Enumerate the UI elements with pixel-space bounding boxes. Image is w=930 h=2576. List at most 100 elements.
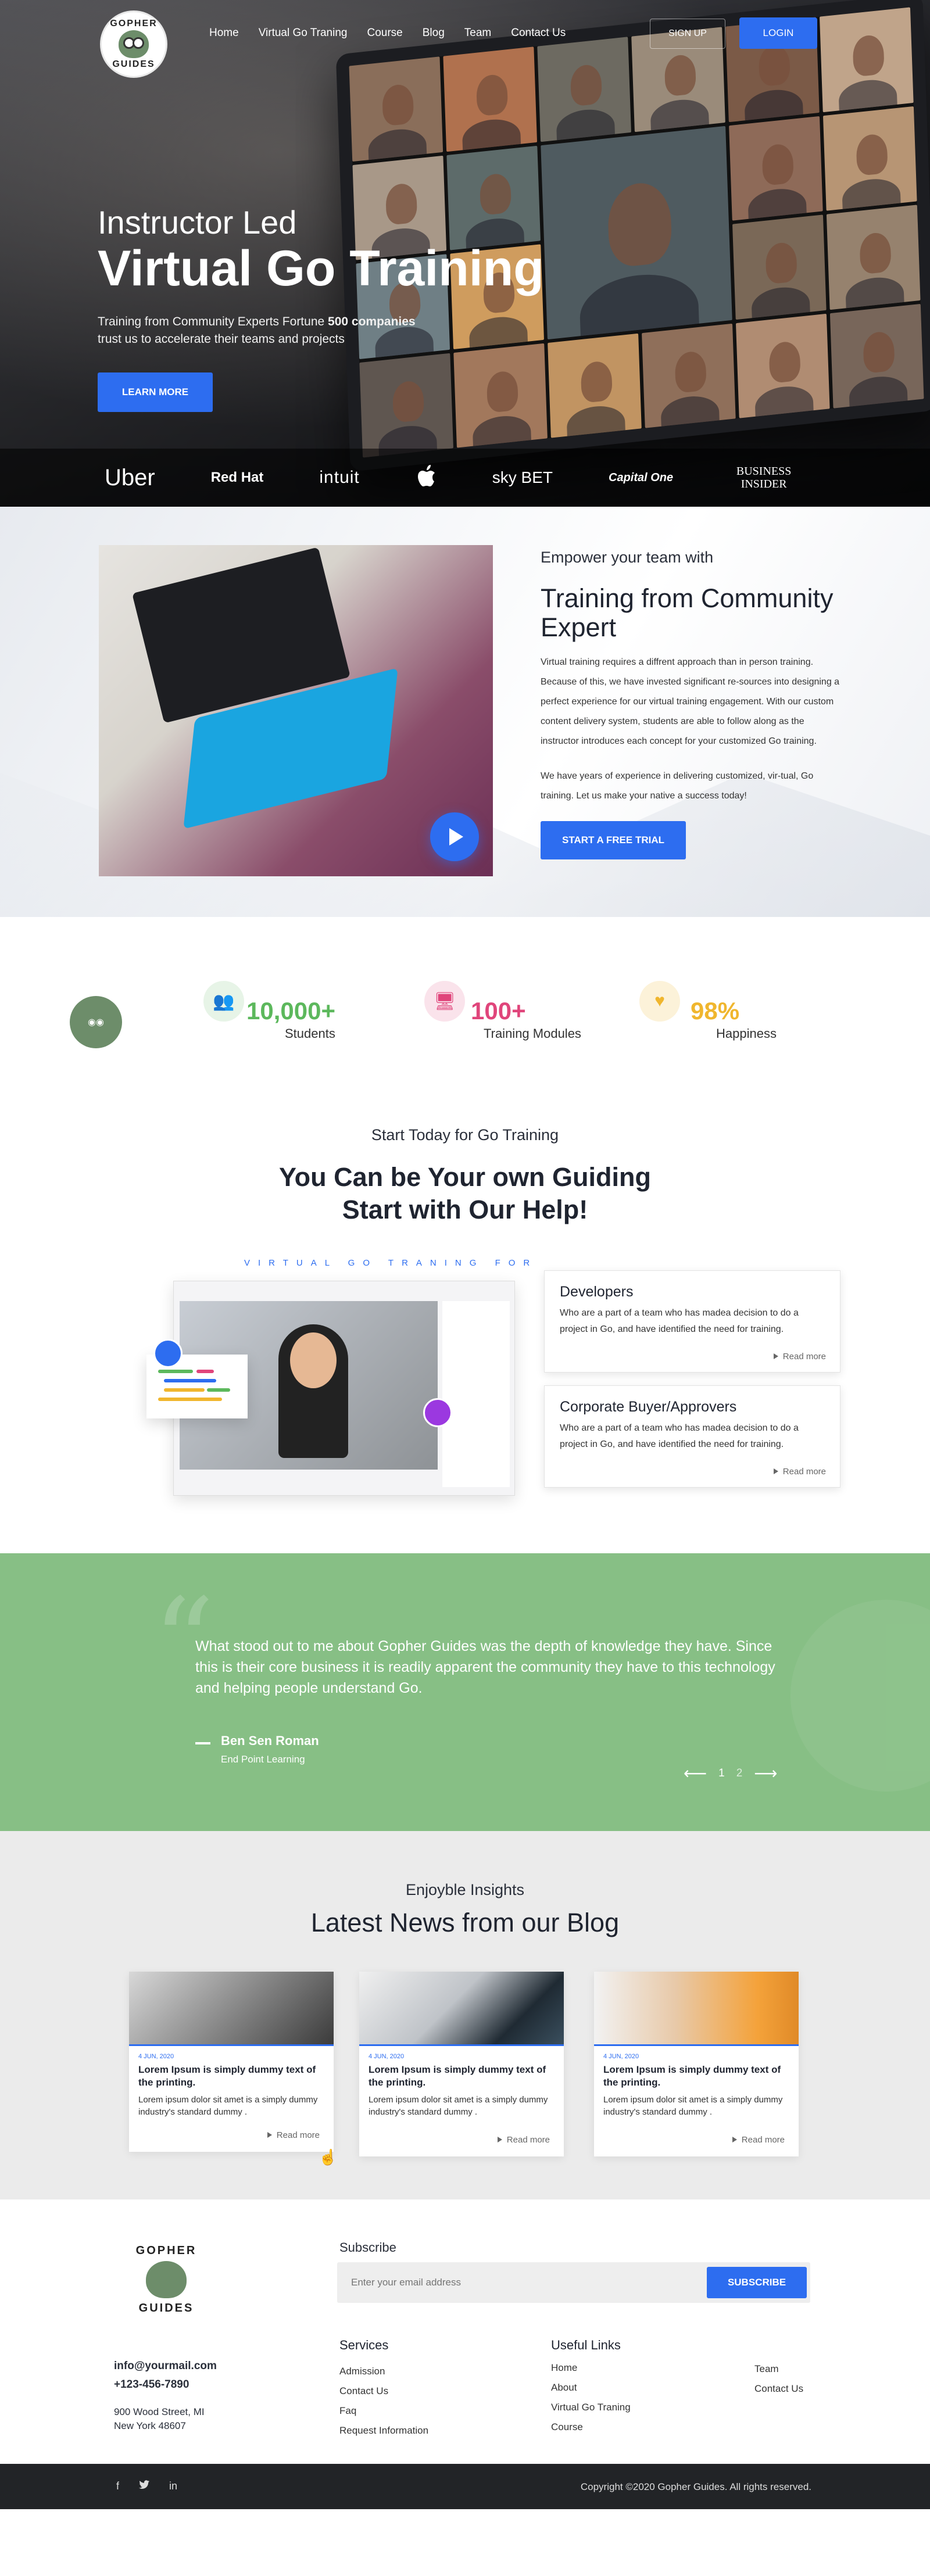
footer-link-contact-us[interactable]: Contact Us — [754, 2383, 803, 2395]
blog-card[interactable]: 4 JUN, 2020 Lorem Ipsum is simply dummy … — [594, 1972, 799, 2156]
skybet-logo: sky BET — [492, 468, 553, 486]
twitter-icon[interactable] — [139, 2480, 150, 2492]
subscribe-email-input[interactable] — [337, 2262, 709, 2303]
next-arrow-icon[interactable]: ⟶ — [754, 1764, 777, 1783]
hero-text-part: Training from Community Experts Fortune — [98, 315, 328, 328]
guiding-title-line2: Start with Our Help! — [342, 1195, 588, 1224]
footer-link-team[interactable]: Team — [754, 2363, 803, 2375]
blog-post-title[interactable]: Lorem Ipsum is simply dummy text of the … — [369, 2063, 555, 2089]
hand-cursor-icon: ☝ — [319, 2148, 338, 2166]
virtual-go-training-label: VIRTUAL GO TRANING FOR — [244, 1258, 538, 1268]
blog-section: Enjoyble Insights Latest News from our B… — [0, 1831, 930, 2199]
monitor-icon: 🖥 — [424, 981, 465, 1022]
nav-course[interactable]: Course — [367, 27, 402, 40]
role-text: Who are a part of a team who has madea d… — [560, 1308, 799, 1334]
about-title: Training from Community Expert — [541, 583, 834, 642]
blog-image-woman — [594, 1972, 799, 2046]
useful-links-col1: Home About Virtual Go Traning Course — [551, 2362, 631, 2433]
stat-happiness-number: 98% — [691, 997, 740, 1024]
camera-icon — [423, 1398, 452, 1427]
author-divider — [195, 1742, 210, 1744]
stat-modules-number: 100+ — [471, 997, 526, 1024]
stat-happiness-label: Happiness — [716, 1026, 777, 1041]
blog-excerpt: Lorem ipsum dolor sit amet is a simply d… — [138, 2095, 318, 2117]
subscribe-form: SUBSCRIBE — [337, 2262, 810, 2303]
read-more-link[interactable]: Read more — [774, 1352, 826, 1362]
learn-more-button[interactable]: LEARN MORE — [98, 372, 213, 412]
logo-text-bottom: GUIDES — [112, 59, 155, 69]
footer-link-contact-us[interactable]: Contact Us — [339, 2385, 428, 2397]
footer-link-home[interactable]: Home — [551, 2362, 631, 2374]
participants-panel — [442, 1301, 510, 1487]
nav-blog[interactable]: Blog — [423, 27, 445, 40]
footer-address: 900 Wood Street, MI New York 48607 — [114, 2405, 205, 2433]
testimonial-author: Ben Sen Roman — [221, 1733, 319, 1748]
blog-excerpt: Lorem ipsum dolor sit amet is a simply d… — [369, 2095, 548, 2117]
role-card-developers[interactable]: Developers Who are a part of a team who … — [544, 1270, 840, 1373]
footer-logo[interactable]: GOPHER GUIDES — [127, 2233, 206, 2326]
blog-post-title[interactable]: Lorem Ipsum is simply dummy text of the … — [603, 2063, 789, 2089]
useful-links-col2: Team Contact Us — [754, 2363, 803, 2395]
role-title: Developers — [560, 1284, 634, 1300]
user-icon — [153, 1339, 183, 1368]
hero-description: Training from Community Experts Fortune … — [98, 313, 544, 348]
guiding-section: Start Today for Go Training You Can be Y… — [0, 1120, 930, 1553]
footer-link-faq[interactable]: Faq — [339, 2405, 428, 2417]
testimonial-pager: ⟵ 1 2 ⟶ — [684, 1764, 777, 1783]
nav-home[interactable]: Home — [209, 27, 239, 40]
role-card-buyers[interactable]: Corporate Buyer/Approvers Who are a part… — [544, 1385, 840, 1488]
login-button[interactable]: LOGIN — [739, 17, 817, 49]
about-kicker: Empower your team with — [541, 549, 714, 566]
useful-links-title: Useful Links — [551, 2338, 621, 2352]
blog-card[interactable]: 4 JUN, 2020 Lorem Ipsum is simply dummy … — [359, 1972, 564, 2156]
signup-button[interactable]: SIGN UP — [650, 19, 725, 49]
nav-contact-us[interactable]: Contact Us — [511, 27, 566, 40]
hero-text-bold: 500 companies — [328, 315, 416, 328]
subscribe-title: Subscribe — [339, 2240, 396, 2255]
read-more-link[interactable]: Read more — [732, 2135, 785, 2145]
blog-kicker: Enjoyble Insights — [405, 1881, 525, 1898]
start-free-trial-button[interactable]: START A FREE TRIAL — [541, 821, 686, 859]
logo-text-bottom: GUIDES — [138, 2302, 194, 2315]
footer-email[interactable]: info@yourmail.com — [114, 2360, 217, 2373]
address-line-2: New York 48607 — [114, 2420, 186, 2431]
hero-subtitle: Instructor Led — [98, 204, 297, 241]
footer-link-about[interactable]: About — [551, 2382, 631, 2394]
capital-one-logo: Capital One — [609, 471, 674, 484]
prev-arrow-icon[interactable]: ⟵ — [684, 1764, 707, 1783]
footer-link-request-information[interactable]: Request Information — [339, 2425, 428, 2437]
nav-virtual-go-training[interactable]: Virtual Go Traning — [259, 27, 348, 40]
apple-logo-icon — [416, 464, 437, 492]
testimonial-section: “ What stood out to me about Gopher Guid… — [0, 1553, 930, 1831]
stat-students-label: Students — [285, 1026, 335, 1041]
footer-link-virtual-go-training[interactable]: Virtual Go Traning — [551, 2402, 631, 2413]
blog-image-laptop — [359, 1972, 564, 2046]
read-more-link[interactable]: Read more — [774, 1467, 826, 1477]
footer-link-admission[interactable]: Admission — [339, 2366, 428, 2377]
footer: GOPHER GUIDES info@yourmail.com +123-456… — [0, 2199, 930, 2509]
social-links: f in — [116, 2480, 177, 2492]
nav-team[interactable]: Team — [464, 27, 491, 40]
intuit-logo: intuit — [319, 468, 360, 487]
subscribe-button[interactable]: SUBSCRIBE — [707, 2267, 807, 2298]
footer-phone[interactable]: +123-456-7890 — [114, 2378, 189, 2391]
linkedin-icon[interactable]: in — [169, 2480, 177, 2492]
blog-post-title[interactable]: Lorem Ipsum is simply dummy text of the … — [138, 2063, 324, 2089]
read-more-link[interactable]: Read more — [498, 2135, 550, 2145]
hero-title: Virtual Go Training — [98, 241, 544, 296]
stats-section: ◉◉ 👥 10,000+ Students 🖥 100+ Training Mo… — [0, 917, 930, 1120]
client-logos-bar: Uber Red Hat intuit sky BET Capital One … — [0, 449, 930, 507]
hero-section: GOPHER GUIDES Home Virtual Go Traning Co… — [0, 0, 930, 507]
uber-logo: Uber — [105, 464, 155, 490]
read-more-link[interactable]: Read more — [267, 2130, 320, 2140]
play-video-button[interactable] — [430, 812, 479, 861]
about-paragraph-1: Virtual training requires a diffrent app… — [541, 657, 840, 746]
about-section: Empower your team with Training from Com… — [0, 507, 930, 917]
page-2[interactable]: 2 — [736, 1767, 743, 1780]
site-logo[interactable]: GOPHER GUIDES — [100, 10, 167, 78]
blog-card[interactable]: 4 JUN, 2020 Lorem Ipsum is simply dummy … — [129, 1972, 334, 2152]
facebook-icon[interactable]: f — [116, 2480, 119, 2492]
footer-link-course[interactable]: Course — [551, 2421, 631, 2433]
page-1[interactable]: 1 — [718, 1767, 725, 1780]
blog-title: Latest News from our Blog — [310, 1908, 620, 1937]
